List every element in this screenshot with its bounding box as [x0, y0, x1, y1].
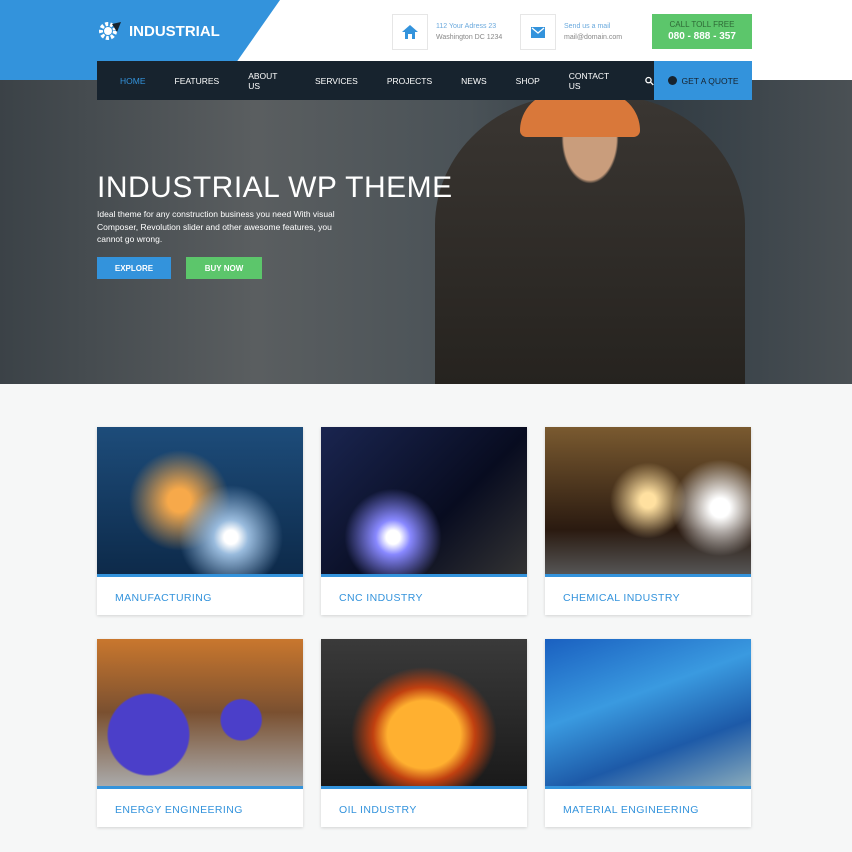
card-image: [545, 639, 751, 789]
explore-button[interactable]: EXPLORE: [97, 257, 171, 279]
card-image: [545, 427, 751, 577]
card-image: [321, 427, 527, 577]
gear-icon: [99, 22, 121, 40]
card-label: CHEMICAL INDUSTRY: [563, 592, 681, 604]
call-number: 080 - 888 - 357: [668, 31, 736, 42]
card-chemical-industry[interactable]: CHEMICAL INDUSTRY: [545, 427, 751, 615]
envelope-icon: [531, 26, 545, 38]
mail-info: Send us a mail mail@domain.com: [520, 14, 622, 50]
logo[interactable]: INDUSTRIAL: [97, 20, 220, 42]
globe-icon: [667, 76, 677, 85]
card-oil-industry[interactable]: OIL INDUSTRY: [321, 639, 527, 827]
nav-contact-us[interactable]: CONTACT US: [569, 71, 617, 91]
nav-services[interactable]: SERVICES: [315, 76, 358, 86]
card-material-engineering[interactable]: MATERIAL ENGINEERING: [545, 639, 751, 827]
card-label: OIL INDUSTRY: [339, 804, 417, 816]
call-label: CALL TOLL FREE: [669, 20, 735, 29]
home-icon: [402, 25, 418, 39]
quote-label: GET A QUOTE: [681, 75, 739, 86]
nav-home[interactable]: HOME: [120, 76, 146, 86]
brand-name: INDUSTRIAL: [129, 22, 220, 40]
card-label: CNC INDUSTRY: [339, 592, 423, 604]
hero-title: INDUSTRIAL WP THEME: [97, 171, 453, 204]
card-image: [97, 639, 303, 789]
card-label: MATERIAL ENGINEERING: [563, 804, 699, 816]
mail-line1: Send us a mail: [564, 23, 611, 30]
card-image: [97, 427, 303, 577]
card-label: MANUFACTURING: [115, 592, 212, 604]
nav-shop[interactable]: SHOP: [516, 76, 540, 86]
main-nav: HOME FEATURES ABOUT US SERVICES PROJECTS…: [97, 61, 654, 100]
nav-about-us[interactable]: ABOUT US: [248, 71, 286, 91]
search-icon[interactable]: [645, 76, 654, 86]
card-manufacturing[interactable]: MANUFACTURING: [97, 427, 303, 615]
nav-projects[interactable]: PROJECTS: [387, 76, 432, 86]
address-info: 112 Your Adress 23 Washington DC 1234: [392, 14, 502, 50]
address-line2: Washington DC 1234: [436, 34, 503, 41]
card-energy-engineering[interactable]: ENERGY ENGINEERING: [97, 639, 303, 827]
mail-address[interactable]: mail@domain.com: [564, 32, 622, 43]
card-label: ENERGY ENGINEERING: [115, 804, 243, 816]
call-toll-free[interactable]: CALL TOLL FREE 080 - 888 - 357: [652, 14, 752, 49]
get-a-quote-button[interactable]: GET A QUOTE: [654, 61, 752, 100]
card-image: [321, 639, 527, 789]
nav-news[interactable]: NEWS: [461, 76, 487, 86]
address-line1: 112 Your Adress 23: [436, 23, 497, 30]
nav-features[interactable]: FEATURES: [175, 76, 220, 86]
buy-now-button[interactable]: BUY NOW: [186, 257, 262, 279]
card-cnc-industry[interactable]: CNC INDUSTRY: [321, 427, 527, 615]
hero-worker-image: [435, 95, 745, 384]
hero-subtitle: Ideal theme for any construction busines…: [97, 209, 335, 244]
